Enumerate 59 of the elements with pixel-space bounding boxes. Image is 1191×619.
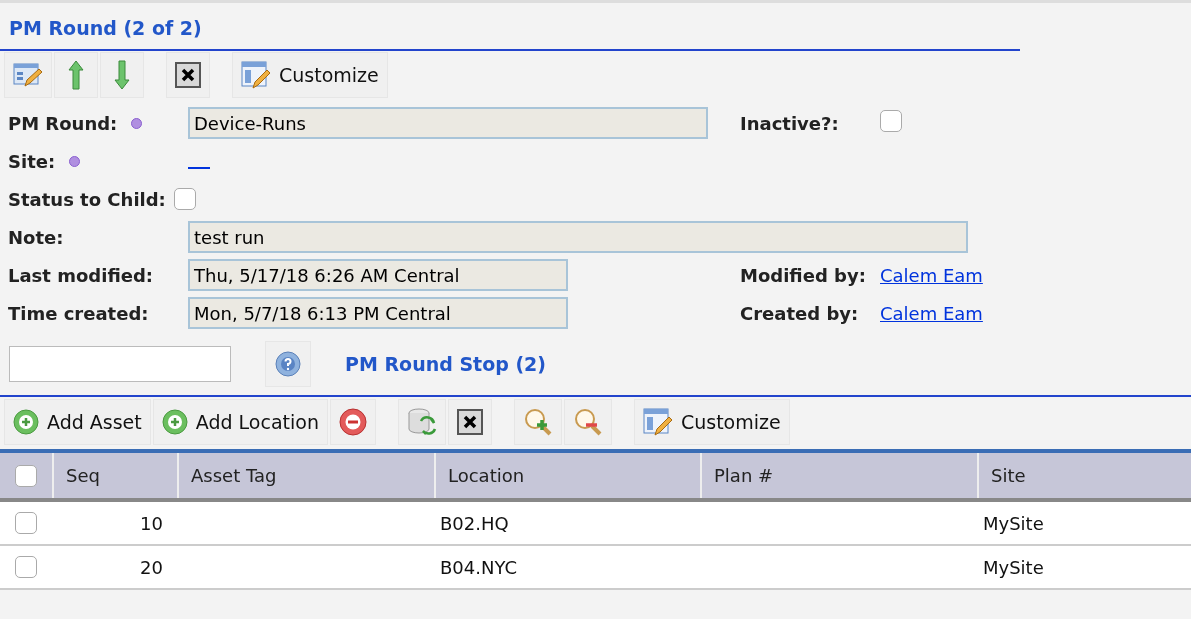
up-arrow-icon: [68, 60, 84, 90]
field-label: Note:: [8, 226, 64, 248]
table-cell: B02.HQ: [440, 512, 509, 534]
customize-button[interactable]: Customize: [232, 52, 388, 98]
column-header[interactable]: Asset Tag: [177, 453, 434, 498]
zoom-in-icon: [522, 406, 553, 437]
user-link[interactable]: Calem Eam: [880, 264, 983, 286]
form-edit-icon: [13, 61, 43, 89]
status-to-child-checkbox[interactable]: [173, 188, 196, 210]
field-label: Inactive?:: [740, 112, 839, 134]
field-label: Site:: [8, 150, 56, 172]
zoom-out-icon: [572, 406, 603, 437]
customize-button[interactable]: Customize: [633, 398, 790, 445]
close-button[interactable]: [447, 398, 492, 445]
help-icon: [275, 351, 301, 377]
column-header[interactable]: Plan #: [700, 453, 977, 498]
field-label: Created by:: [740, 302, 859, 324]
customize-icon: [241, 60, 271, 90]
minus-circle-icon: [338, 407, 367, 436]
select-all-checkbox[interactable]: [15, 464, 37, 487]
remove-button[interactable]: [329, 398, 376, 445]
search-field[interactable]: [9, 346, 231, 382]
database-refresh-icon: [406, 406, 437, 437]
user-link[interactable]: Calem Eam: [880, 302, 983, 324]
column-header[interactable]: Site: [977, 453, 1191, 498]
down-arrow-icon: [114, 60, 130, 90]
move-up-button[interactable]: [54, 52, 98, 98]
row-checkbox[interactable]: [15, 512, 37, 534]
add-button[interactable]: Add Asset: [4, 398, 151, 445]
field-label: Last modified:: [8, 264, 153, 286]
help-button[interactable]: [265, 341, 311, 387]
close-button[interactable]: [166, 52, 210, 98]
table-cell: B04.NYC: [440, 556, 518, 578]
close-icon: [456, 408, 483, 435]
field-label: Status to Child:: [8, 188, 166, 210]
close-icon: [175, 62, 201, 88]
edit-button[interactable]: [4, 52, 52, 98]
column-header[interactable]: Seq: [52, 453, 177, 498]
time-created-field: Mon, 5/7/18 6:13 PM Central: [188, 297, 568, 329]
table-cell: MySite: [983, 512, 1044, 534]
last-modified-field: Thu, 5/17/18 6:26 AM Central: [188, 259, 568, 291]
field-label: Time created:: [8, 302, 149, 324]
plus-circle-icon: [161, 408, 188, 435]
zoom-in-button[interactable]: [513, 398, 562, 445]
field-label: Modified by:: [740, 264, 866, 286]
field-label: PM Round:: [8, 112, 118, 134]
customize-icon: [642, 406, 673, 437]
add-button[interactable]: Add Location: [152, 398, 328, 445]
table-cell: 10: [140, 512, 163, 534]
table-cell: MySite: [983, 556, 1044, 578]
zoom-out-button[interactable]: [563, 398, 612, 445]
pm-round-field[interactable]: Device-Runs: [188, 107, 708, 139]
plus-circle-icon: [13, 408, 39, 435]
move-down-button[interactable]: [100, 52, 144, 98]
column-header[interactable]: Location: [434, 453, 700, 498]
row-checkbox[interactable]: [15, 556, 37, 578]
note-field[interactable]: test run: [188, 221, 968, 253]
table-cell: 20: [140, 556, 163, 578]
section-title: PM Round Stop (2): [345, 353, 547, 375]
